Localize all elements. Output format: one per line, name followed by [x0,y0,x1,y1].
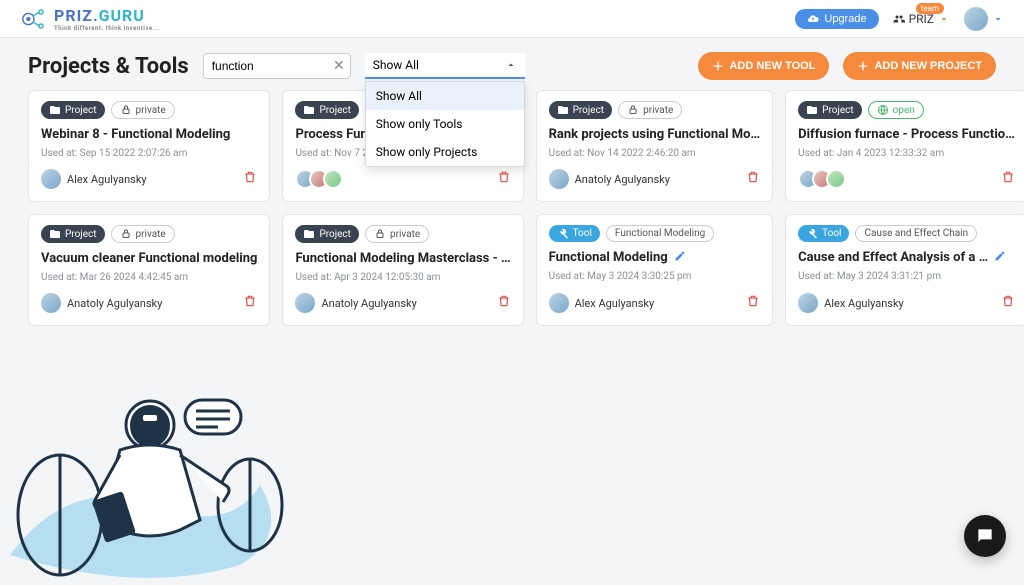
card-title: Functional Modeling [549,250,761,265]
edit-icon[interactable] [994,250,1006,265]
card-used-at: Used at: May 3 2024 3:31:21 pm [798,271,1015,282]
card-title: Diffusion furnace - Process Functio… [798,127,1015,142]
project-badge: Project [41,225,105,243]
card-owner: Anatoly Agulyansky [549,169,670,189]
card[interactable]: Tool Cause and Effect Chain Cause and Eff… [785,214,1024,326]
caret-up-icon [505,59,517,71]
chat-fab[interactable] [964,515,1006,557]
card-owner: Anatoly Agulyansky [41,293,162,313]
category-badge: Functional Modeling [606,225,714,242]
page-title: Projects & Tools [28,54,189,79]
plus-icon: ＋ [712,58,723,74]
card[interactable]: Project private Functional Modeling Maste… [282,214,523,326]
filter-dropdown: Show All Show only Tools Show only Proje… [365,81,525,167]
hero-illustration [0,355,300,585]
tool-badge: Tool [798,225,849,242]
card[interactable]: Project private Rank projects using Funct… [536,90,774,202]
card-used-at: Used at: Apr 3 2024 12:05:30 am [295,272,510,283]
project-badge: Project [798,101,862,119]
filter-option-all[interactable]: Show All [366,82,524,110]
tool-badge: Tool [549,225,600,242]
avatar [323,169,343,189]
avatar [549,293,569,313]
card-used-at: Used at: Mar 26 2024 4:42:45 am [41,272,257,283]
plus-icon: ＋ [857,58,868,74]
edit-icon[interactable] [674,250,686,265]
delete-icon[interactable] [243,294,257,312]
avatar [41,293,61,313]
delete-icon[interactable] [1001,294,1015,312]
user-menu[interactable] [964,7,1004,31]
card[interactable]: Project private Vacuum cleaner Functional… [28,214,270,326]
card-title: Cause and Effect Analysis of a … [798,250,1015,265]
delete-icon[interactable] [497,294,511,312]
card[interactable]: Project private Webinar 8 - Functional Mo… [28,90,270,202]
add-tool-button[interactable]: ＋ ADD NEW TOOL [698,52,829,80]
workspace-switcher[interactable]: team PRIZ [893,12,950,26]
privacy-badge: private [111,225,175,243]
team-badge: team [916,3,944,14]
avatar [798,293,818,313]
brand-logo[interactable]: PRIZ.GURU Think different. think inventi… [20,5,159,33]
upgrade-label: Upgrade [824,13,866,25]
card-title: Rank projects using Functional Mo… [549,127,761,142]
avatar-stack [295,169,337,189]
card[interactable]: Tool Functional Modeling Functional Model… [536,214,774,326]
card-owner: Alex Agulyansky [798,293,904,313]
brand-subtitle: Think different. think inventive... [54,25,159,32]
delete-icon[interactable] [243,170,257,188]
avatar [549,169,569,189]
card-title: Vacuum cleaner Functional modeling [41,251,257,266]
avatar-stack [798,169,840,189]
category-badge: Cause and Effect Chain [855,225,977,242]
delete-icon[interactable] [497,170,511,188]
delete-icon[interactable] [1001,170,1015,188]
project-badge: Project [295,101,359,119]
filter-option-projects[interactable]: Show only Projects [366,138,524,166]
card-owner: Alex Agulyansky [549,293,655,313]
privacy-badge: private [365,225,429,243]
chevron-down-icon [938,13,950,25]
card-title: Webinar 8 - Functional Modeling [41,127,257,142]
project-badge: Project [295,225,359,243]
privacy-badge: private [618,101,682,119]
card-used-at: Used at: May 3 2024 3:30:25 pm [549,271,761,282]
card-title: Functional Modeling Masterclass - … [295,251,510,266]
card-used-at: Used at: Sep 15 2022 2:07:26 am [41,148,257,159]
avatar [826,169,846,189]
people-icon [893,13,905,25]
project-badge: Project [41,101,105,119]
filter-select[interactable]: Show All [365,53,525,79]
avatar [41,169,61,189]
card[interactable]: Project open Diffusion furnace - Process … [785,90,1024,202]
filter-option-tools[interactable]: Show only Tools [366,110,524,138]
delete-icon[interactable] [746,294,760,312]
search-input[interactable] [203,53,351,79]
brand-main: PRIZ. [54,6,99,25]
avatar [295,293,315,313]
clear-search-icon[interactable]: ✕ [333,58,345,74]
card-used-at: Used at: Jan 4 2023 12:33:32 am [798,148,1015,159]
chevron-down-icon [992,13,1004,25]
logo-mark-icon [20,5,48,33]
card-used-at: Used at: Nov 14 2022 2:46:20 am [549,148,761,159]
brand-accent: GURU [99,6,145,25]
chat-icon [975,526,995,546]
privacy-badge: open [868,101,924,119]
cloud-up-icon [807,13,819,25]
project-badge: Project [549,101,613,119]
privacy-badge: private [111,101,175,119]
upgrade-button[interactable]: Upgrade [795,9,878,29]
delete-icon[interactable] [746,170,760,188]
add-project-button[interactable]: ＋ ADD NEW PROJECT [843,52,996,80]
user-avatar [964,7,988,31]
card-owner: Alex Agulyansky [41,169,147,189]
card-owner: Anatoly Agulyansky [295,293,416,313]
